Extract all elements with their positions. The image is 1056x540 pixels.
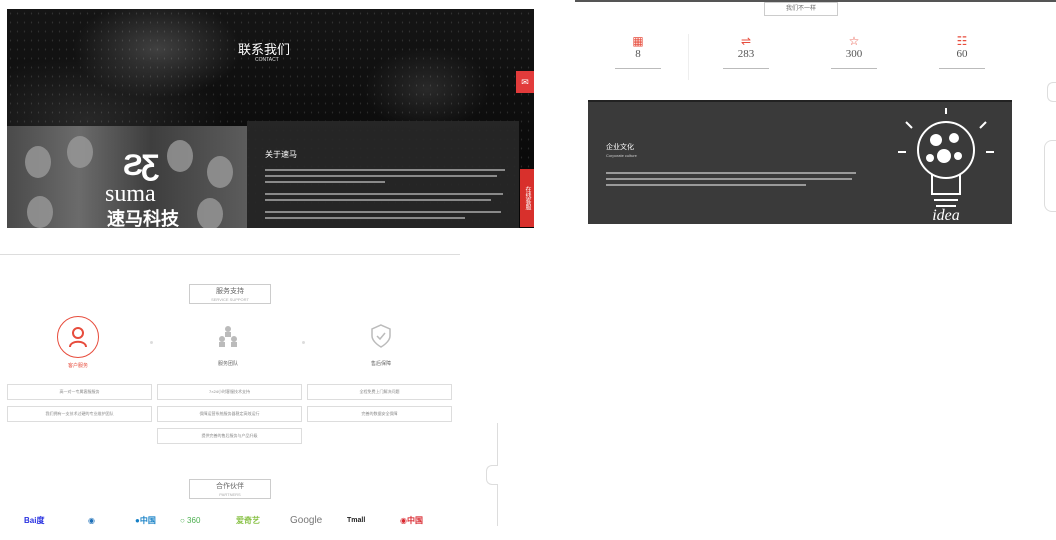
stat-value: 8 xyxy=(635,48,641,60)
service-aftersales[interactable]: 售后保障 xyxy=(351,316,411,367)
suma-logo-chinese: 速马科技 xyxy=(107,209,179,228)
services-title-sub: SERVICE SUPPORT xyxy=(211,297,249,302)
stat-value: 60 xyxy=(956,48,968,60)
services-title-text: 服务支持 xyxy=(216,288,244,295)
shield-check-icon xyxy=(361,316,401,356)
culture-subtitle: Corporate culture xyxy=(606,153,637,158)
text-line xyxy=(265,193,503,195)
service-customer[interactable]: 客户服务 xyxy=(48,316,108,369)
divider xyxy=(688,34,689,80)
service-detail-cell: 完善的数据安全保障 xyxy=(307,406,452,422)
section-title: 我们不一样 xyxy=(764,2,838,16)
service-detail-cell: 高一对一专属客服服务 xyxy=(7,384,152,400)
service-label: 客户服务 xyxy=(67,363,88,369)
idea-bulb-icon: idea xyxy=(898,108,994,222)
people-icon xyxy=(208,316,248,356)
stat-value: 283 xyxy=(737,48,755,60)
stat-item: ☆ 300 xyxy=(818,34,890,69)
team-member-photo xyxy=(167,140,193,172)
connector-dot xyxy=(150,341,153,344)
text-line xyxy=(606,172,856,174)
service-detail-cell: 全程免费上门解决问题 xyxy=(307,384,452,400)
service-detail-cell: 我们拥有一支技术过硬的专业维护团队 xyxy=(7,406,152,422)
team-member-photo xyxy=(197,198,223,228)
service-team[interactable]: 服务团队 xyxy=(198,316,258,367)
partner-logo-telecom[interactable]: ●中国 xyxy=(135,514,156,528)
text-line xyxy=(265,217,465,219)
team-member-photo xyxy=(27,196,53,228)
partner-logo-360[interactable]: ○ 360 xyxy=(180,514,200,528)
side-floating-panel[interactable] xyxy=(1044,140,1056,212)
stat-item: ⇌ 283 xyxy=(710,34,782,69)
partners-title-text: 合作伙伴 xyxy=(216,483,244,490)
services-title: 服务支持 SERVICE SUPPORT xyxy=(189,284,271,304)
team-icon: ☷ xyxy=(956,34,968,48)
service-detail-cell: 保障运营系统服务器稳定高效运行 xyxy=(157,406,302,422)
online-service-tab[interactable]: 在线客服 xyxy=(520,169,534,227)
partner-logo-tmall[interactable]: Tmall xyxy=(347,514,365,528)
text-line xyxy=(265,211,501,213)
side-scroll-tab[interactable] xyxy=(486,465,498,485)
star-icon: ☆ xyxy=(848,34,860,48)
hero-subtitle: CONTACT xyxy=(255,57,279,63)
handshake-icon: ⇌ xyxy=(740,34,752,48)
partner-logo-google[interactable]: Google xyxy=(290,514,322,528)
partners-title: 合作伙伴 PARTNERS xyxy=(189,479,271,499)
about-title: 关于速马 xyxy=(265,150,297,159)
about-panel: 关于速马 xyxy=(247,121,519,228)
stat-caption xyxy=(615,68,661,69)
service-detail-cell: 提供完善的售后服务与产品升级 xyxy=(157,428,302,444)
team-member-photo xyxy=(207,156,233,188)
text-line xyxy=(265,181,385,183)
stat-caption xyxy=(723,68,769,69)
service-label: 服务团队 xyxy=(217,361,238,367)
text-line xyxy=(265,175,497,177)
grid-icon: ▦ xyxy=(632,34,644,48)
culture-title: 企业文化 xyxy=(606,144,634,151)
partner-logo-iqiyi[interactable]: 爱奇艺 xyxy=(236,514,260,528)
suma-logo-mark: ƧƸ xyxy=(123,149,159,182)
stat-value: 300 xyxy=(845,48,863,60)
stat-caption xyxy=(939,68,985,69)
connector-dot xyxy=(302,341,305,344)
section-divider xyxy=(0,254,460,255)
stat-item: ▦ 8 xyxy=(602,34,674,69)
partner-logo-baidu[interactable]: Bai度 xyxy=(24,514,44,528)
partners-title-sub: PARTNERS xyxy=(219,492,241,497)
partner-logo-unicom[interactable]: ◉中国 xyxy=(400,514,423,528)
hero-title: 联系我们 xyxy=(238,42,291,57)
person-icon xyxy=(57,316,99,358)
hero-banner: 联系我们 CONTACT ✉ ƧƸ suma 速马科技 关于速马 在线客服 xyxy=(7,9,534,228)
suma-logo-text: suma xyxy=(105,181,156,207)
text-line xyxy=(606,178,852,180)
text-line xyxy=(606,184,806,186)
message-icon[interactable]: ✉ xyxy=(516,71,534,93)
team-member-photo xyxy=(25,146,51,178)
team-member-photo xyxy=(67,136,93,168)
culture-banner: 企业文化 Corporate culture idea xyxy=(588,100,1012,224)
text-line xyxy=(265,199,491,201)
service-detail-cell: 7×24小时客服技术支持 xyxy=(157,384,302,400)
stat-item: ☷ 60 xyxy=(926,34,998,69)
idea-word: idea xyxy=(932,207,960,222)
side-scroll-tab[interactable] xyxy=(1047,82,1056,102)
service-label: 售后保障 xyxy=(370,361,391,367)
partner-logo-hainan[interactable]: ◉ xyxy=(88,514,95,528)
text-line xyxy=(265,169,505,171)
stat-caption xyxy=(831,68,877,69)
